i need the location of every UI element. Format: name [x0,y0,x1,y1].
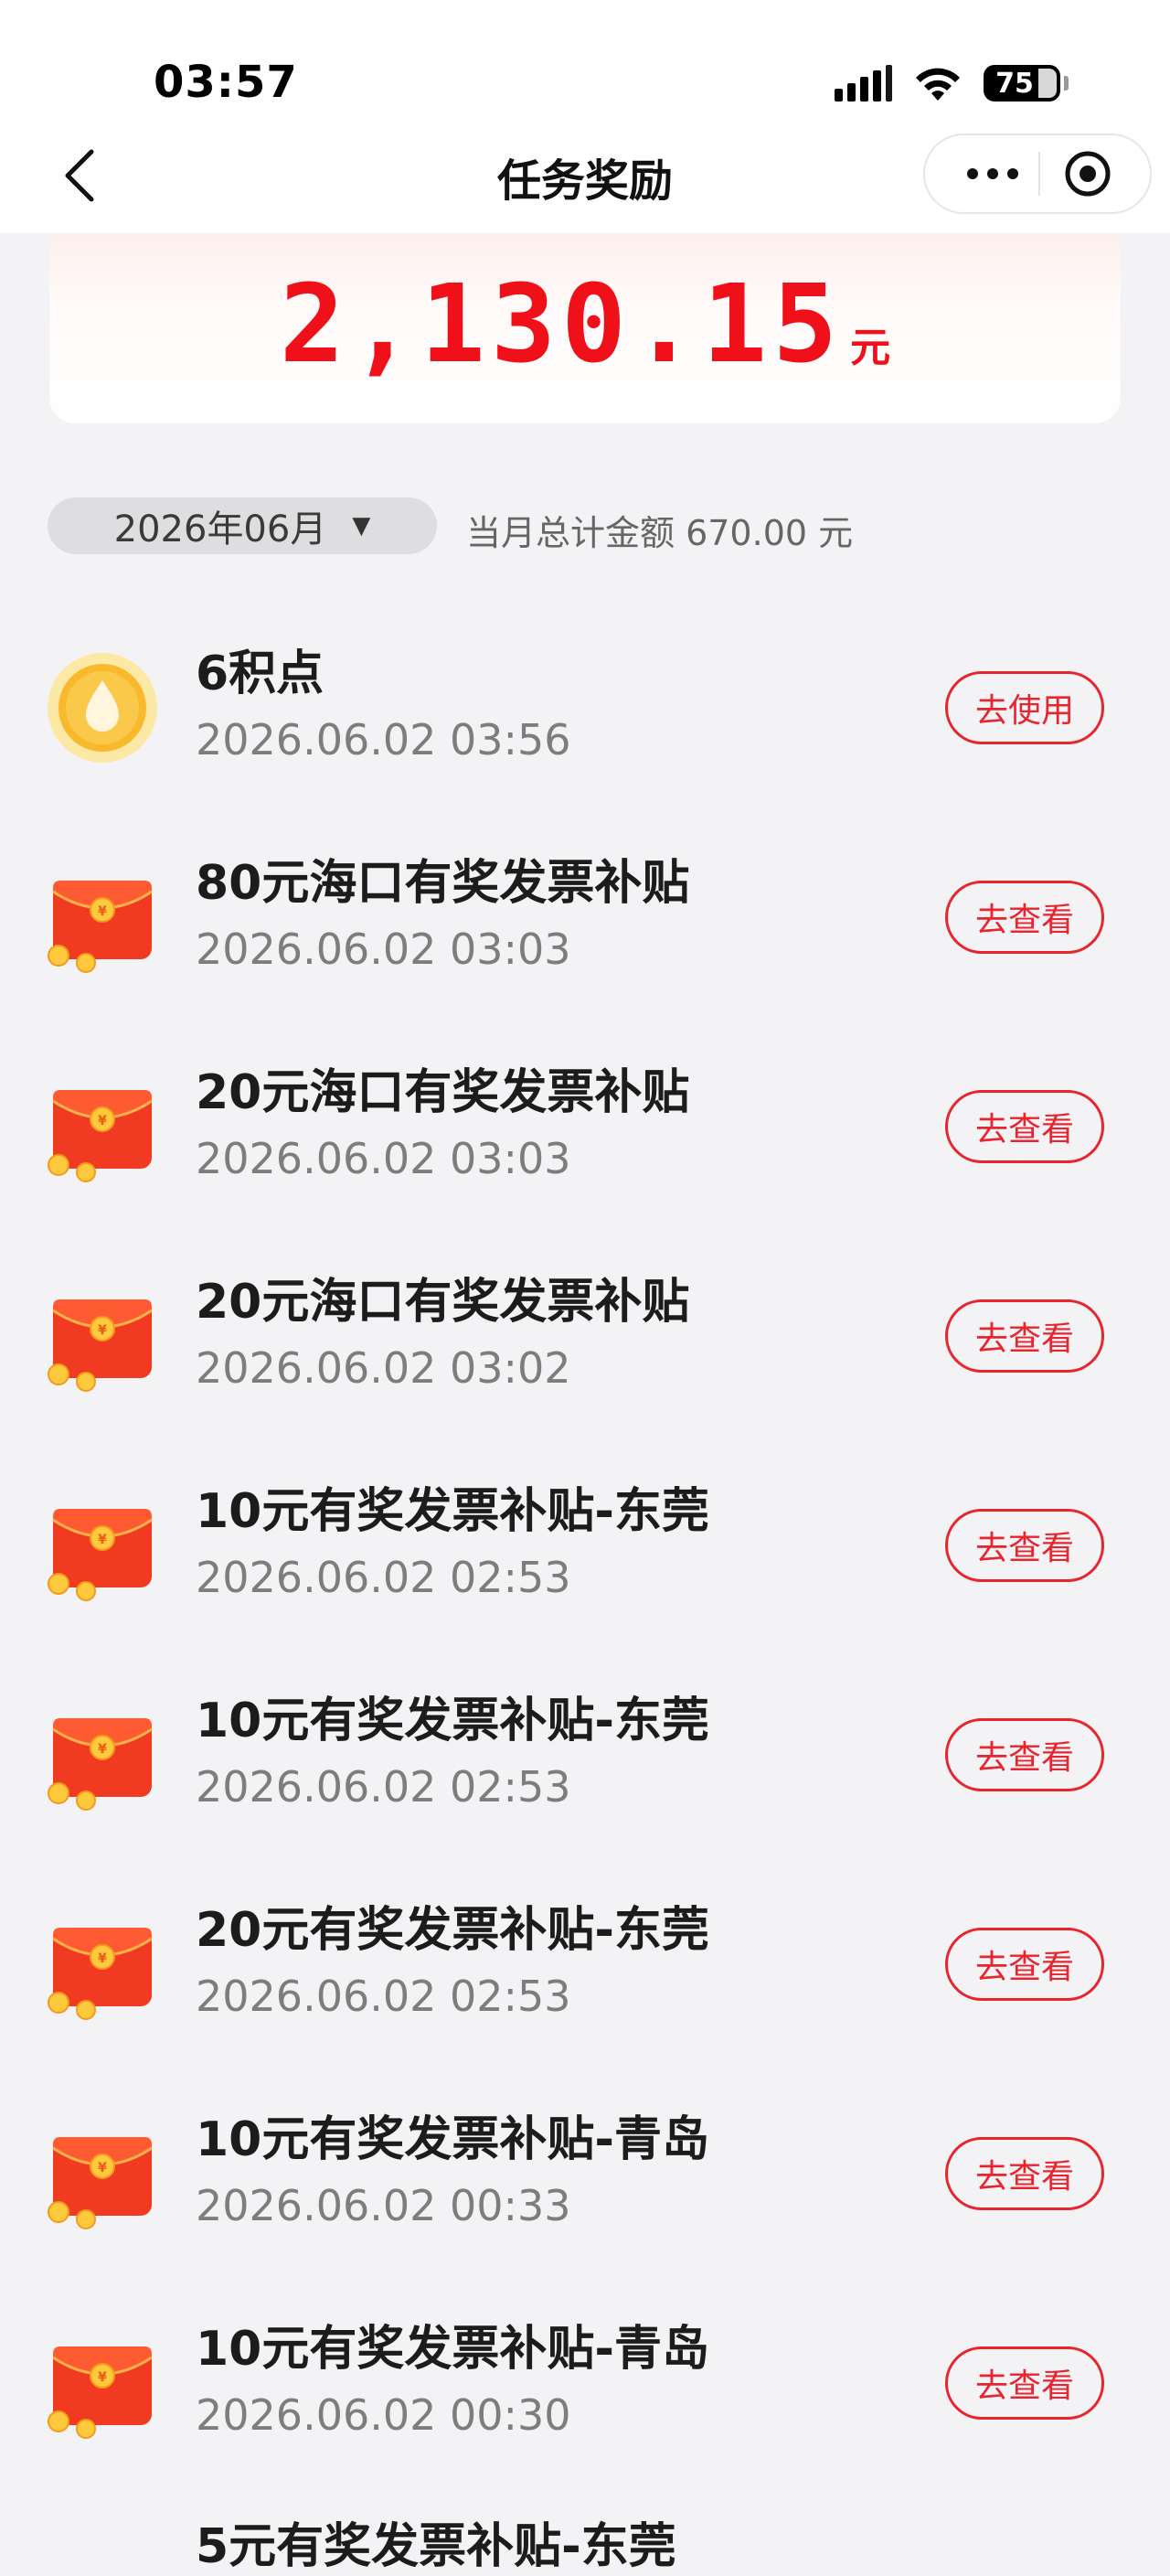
reward-list-item: ¥ 20元海口有奖发票补贴 2026.06.02 03:02 去查看 [0,1232,1170,1441]
list-item-partial-title: 5元有奖发票补贴-东莞 [196,2519,676,2574]
reward-list-item: 6积点 2026.06.02 03:56 去使用 [0,604,1170,813]
red-envelope-icon: ¥ [46,1698,159,1812]
red-envelope-icon: ¥ [46,1279,159,1393]
total-amount-value: 2,130.15 [279,261,844,387]
reward-title: 10元有奖发票补贴-东莞 [196,1484,709,1539]
svg-text:¥: ¥ [98,1114,107,1128]
monthly-total: 当月总计金额 670.00 元 [466,513,854,553]
reward-title: 80元海口有奖发票补贴 [196,856,690,911]
mini-program-capsule [923,134,1152,214]
battery-icon: 75 [984,65,1069,102]
svg-text:¥: ¥ [98,2370,107,2385]
use-button[interactable]: 去使用 [945,671,1104,744]
reward-timestamp: 2026.06.02 02:53 [196,1762,571,1812]
reward-list-item: ¥ 10元有奖发票补贴-青岛 2026.06.02 00:33 去查看 [0,2069,1170,2279]
reward-timestamp: 2026.06.02 02:53 [196,1553,571,1602]
top-bar: 03:57 75 任务奖励 [0,0,1170,233]
svg-text:¥: ¥ [98,2161,107,2175]
reward-title: 20元有奖发票补贴-东莞 [196,1903,709,1958]
red-envelope-icon: ¥ [46,1489,159,1602]
reward-timestamp: 2026.06.02 00:33 [196,2181,571,2230]
reward-timestamp: 2026.06.02 03:56 [196,715,571,764]
view-button[interactable]: 去查看 [945,881,1104,954]
view-button[interactable]: 去查看 [945,1718,1104,1791]
status-icons: 75 [835,60,1069,106]
caret-down-icon: ▼ [352,512,371,540]
reward-title: 20元海口有奖发票补贴 [196,1065,690,1120]
reward-timestamp: 2026.06.02 03:02 [196,1343,571,1393]
reward-title: 10元有奖发票补贴-青岛 [196,2112,709,2167]
battery-level: 75 [995,67,1034,100]
reward-timestamp: 2026.06.02 03:03 [196,1134,571,1183]
view-button[interactable]: 去查看 [945,2137,1104,2210]
total-amount: 2,130.15 元 [49,261,1121,387]
reward-list-item: ¥ 20元海口有奖发票补贴 2026.06.02 03:03 去查看 [0,1022,1170,1232]
red-envelope-icon: ¥ [46,2117,159,2230]
svg-text:¥: ¥ [98,1742,107,1757]
close-circle-icon[interactable] [1062,148,1113,199]
reward-list-item: ¥ 10元有奖发票补贴-青岛 2026.06.02 00:30 去查看 [0,2279,1170,2488]
reward-list-item: ¥ 10元有奖发票补贴-东莞 2026.06.02 02:53 去查看 [0,1441,1170,1651]
view-button[interactable]: 去查看 [945,1509,1104,1582]
reward-list-item: ¥ 80元海口有奖发票补贴 2026.06.02 03:03 去查看 [0,813,1170,1022]
coin-drop-icon [46,651,159,764]
reward-title: 10元有奖发票补贴-东莞 [196,1694,709,1748]
reward-title: 20元海口有奖发票补贴 [196,1275,690,1330]
month-selector[interactable]: 2026年06月 ▼ [48,497,437,554]
wifi-icon [912,64,963,102]
svg-text:¥: ¥ [98,904,107,919]
view-button[interactable]: 去查看 [945,1299,1104,1373]
svg-text:¥: ¥ [98,1951,107,1966]
red-envelope-icon: ¥ [46,1070,159,1183]
red-envelope-icon: ¥ [46,860,159,974]
reward-title: 6积点 [196,647,324,701]
red-envelope-icon: ¥ [46,1908,159,2021]
more-options-icon[interactable] [951,135,1035,212]
status-time: 03:57 [154,57,298,108]
reward-list-item: ¥ 10元有奖发票补贴-东莞 2026.06.02 02:53 去查看 [0,1651,1170,1860]
svg-text:¥: ¥ [98,1323,107,1338]
reward-list-item: ¥ 20元有奖发票补贴-东莞 2026.06.02 02:53 去查看 [0,1860,1170,2069]
reward-title: 10元有奖发票补贴-青岛 [196,2322,709,2377]
cellular-signal-icon [835,65,892,102]
view-button[interactable]: 去查看 [945,2346,1104,2420]
view-button[interactable]: 去查看 [945,1090,1104,1163]
reward-total-card: 2,130.15 元 [49,233,1121,423]
reward-timestamp: 2026.06.02 00:30 [196,2390,571,2440]
capsule-divider [1038,152,1040,196]
total-amount-unit: 元 [850,325,891,371]
view-button[interactable]: 去查看 [945,1928,1104,2001]
svg-text:¥: ¥ [98,1533,107,1547]
month-selector-label: 2026年06月 [113,508,327,550]
reward-timestamp: 2026.06.02 03:03 [196,925,571,974]
reward-timestamp: 2026.06.02 02:53 [196,1972,571,2021]
red-envelope-icon: ¥ [46,2326,159,2440]
